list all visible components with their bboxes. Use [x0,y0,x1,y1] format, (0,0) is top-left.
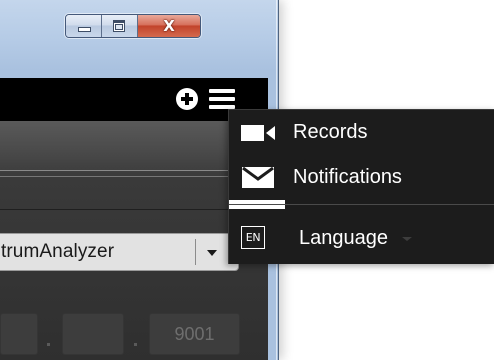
hamburger-menu-icon[interactable] [209,87,235,111]
menu-item-label: Records [293,121,368,143]
video-camera-icon [241,125,275,141]
envelope-icon [242,167,274,188]
menu-separator [229,204,494,205]
language-icon: EN [241,226,265,249]
close-icon: X [163,17,175,35]
caption-buttons: X [65,14,201,38]
device-select-divider [195,239,196,265]
menu-item-notifications[interactable]: Notifications [229,155,494,199]
device-select[interactable]: trumAnalyzer [0,233,239,271]
minimize-icon [78,27,91,32]
port-value: 9001 [174,324,215,344]
maximize-icon [113,20,125,32]
chevron-down-icon [402,237,412,241]
chevron-down-icon[interactable] [207,250,217,256]
close-button[interactable]: X [138,15,200,37]
menu-item-records[interactable]: Records [229,110,494,154]
maximize-button[interactable] [102,15,138,37]
main-menu-popup: Records Notifications EN Language [228,109,494,264]
ip-separator [47,343,50,346]
ip-octet-field[interactable] [0,313,38,355]
device-select-value: trumAnalyzer [1,241,115,262]
port-field[interactable]: 9001 [149,313,240,355]
minimize-button[interactable] [66,15,102,37]
ip-octet-field[interactable] [62,313,124,355]
menu-item-label: Language [299,227,388,249]
menu-item-label: Notifications [293,166,402,188]
plus-circle-icon[interactable] [176,88,198,110]
menu-item-language[interactable]: EN Language [229,214,494,262]
port-separator [134,343,137,346]
